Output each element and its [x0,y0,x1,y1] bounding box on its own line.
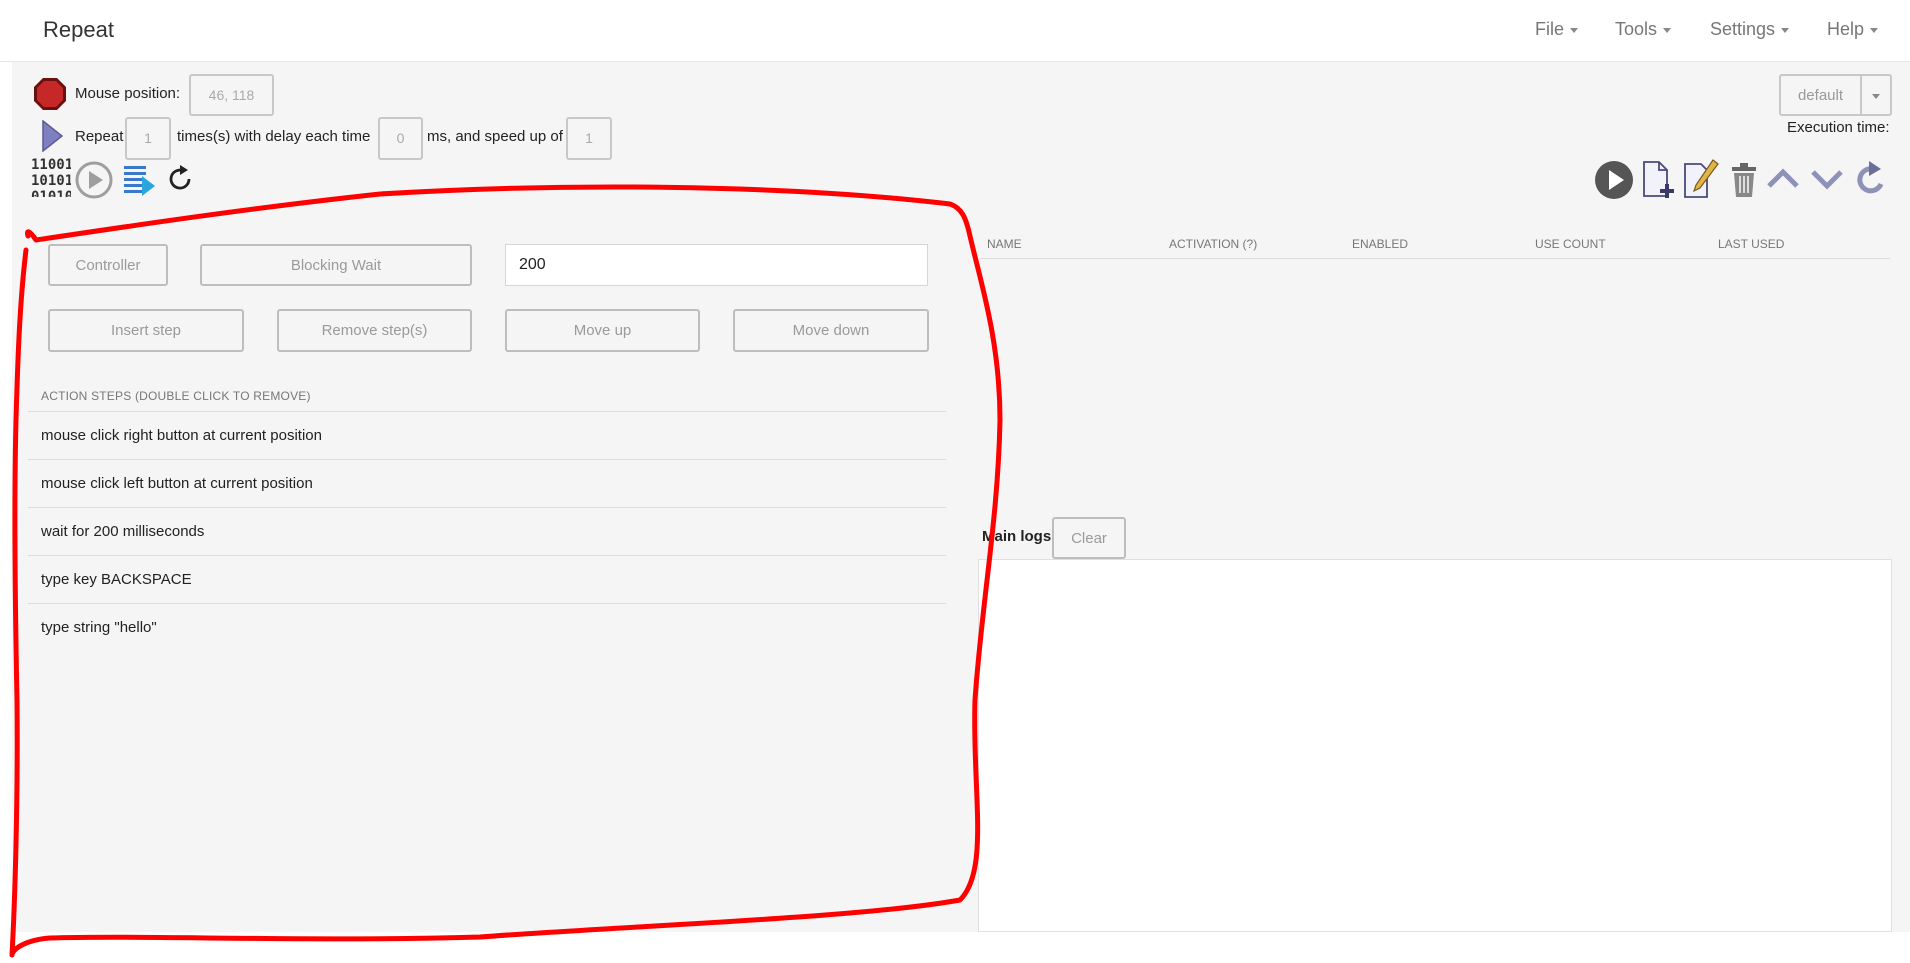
menu-help[interactable]: Help [1827,19,1879,40]
column-header-enabled[interactable]: ENABLED [1352,237,1408,251]
caret-down-icon [1872,93,1880,99]
main-logs-label: Main logs: [982,528,1057,545]
menu-tools[interactable]: Tools [1615,19,1672,40]
move-up-button[interactable]: Move up [505,309,700,352]
binary-code-icon[interactable]: 11001 10101 01010 [31,157,71,197]
move-task-up-icon[interactable] [1766,166,1800,192]
repeat-count-field[interactable]: 1 [125,117,171,160]
group-selector-toggle[interactable] [1860,74,1892,116]
menu-help-label: Help [1827,19,1865,39]
controller-button[interactable]: Controller [48,244,168,286]
repeat-label: Repeat [75,128,124,145]
list-item[interactable]: type string "hello" [28,603,946,651]
column-header-activation[interactable]: ACTIVATION (?) [1169,237,1257,251]
play-triangle-icon[interactable] [41,120,63,152]
move-task-down-icon[interactable] [1810,166,1844,192]
refresh-icon[interactable] [165,164,195,194]
clear-logs-button[interactable]: Clear [1052,517,1126,559]
column-header-name[interactable]: NAME [987,237,1022,251]
column-header-last-used[interactable]: LAST USED [1718,237,1784,251]
reload-tasks-icon[interactable] [1853,160,1889,200]
compile-list-icon[interactable] [122,162,156,198]
group-selector-value[interactable]: default [1779,74,1862,116]
add-task-icon[interactable] [1641,160,1675,200]
move-down-button[interactable]: Move down [733,309,929,352]
app-title: Repeat [43,17,114,42]
list-item[interactable]: wait for 200 milliseconds [28,507,946,555]
menu-file-label: File [1535,19,1565,39]
remove-steps-button[interactable]: Remove step(s) [277,309,472,352]
navbar: Repeat File Tools Settings Help [0,0,1910,62]
menu-tools-label: Tools [1615,19,1658,39]
mouse-position-field: 46, 118 [189,74,274,116]
list-item[interactable]: type key BACKSPACE [28,555,946,603]
menu-settings-label: Settings [1710,19,1776,39]
binary-line: 10101 [31,173,71,189]
caret-down-icon [1570,28,1579,33]
list-item[interactable]: mouse click right button at current posi… [28,411,946,459]
action-steps-list: mouse click right button at current posi… [28,411,946,651]
mouse-position-label: Mouse position: [75,85,181,102]
insert-step-button[interactable]: Insert step [48,309,244,352]
menu-file[interactable]: File [1535,19,1579,40]
execution-time-label: Execution time: [1787,119,1890,136]
menu-settings[interactable]: Settings [1710,19,1790,40]
binary-line: 01010 [31,189,71,197]
logs-textarea[interactable] [978,559,1892,932]
delay-field[interactable]: 0 [378,117,423,160]
caret-down-icon [1781,28,1790,33]
stop-record-icon[interactable] [33,77,67,111]
times-label: times(s) with delay each time [177,128,371,145]
steps-header: ACTION STEPS (DOUBLE CLICK TO REMOVE) [41,389,311,403]
parameter-input[interactable]: 200 [505,244,928,286]
table-header-divider [980,258,1890,259]
speed-field[interactable]: 1 [566,117,612,160]
play-circle-icon[interactable] [74,160,114,200]
run-task-icon[interactable] [1594,160,1634,200]
caret-down-icon [1870,28,1879,33]
caret-down-icon [1663,28,1672,33]
edit-task-icon[interactable] [1682,158,1720,200]
delete-task-icon[interactable] [1730,162,1758,198]
list-item[interactable]: mouse click left button at current posit… [28,459,946,507]
blocking-wait-button[interactable]: Blocking Wait [200,244,472,286]
column-header-use-count[interactable]: USE COUNT [1535,237,1606,251]
speed-label: ms, and speed up of [427,128,563,145]
group-selector[interactable]: default [1779,74,1892,116]
binary-line: 11001 [31,157,71,173]
